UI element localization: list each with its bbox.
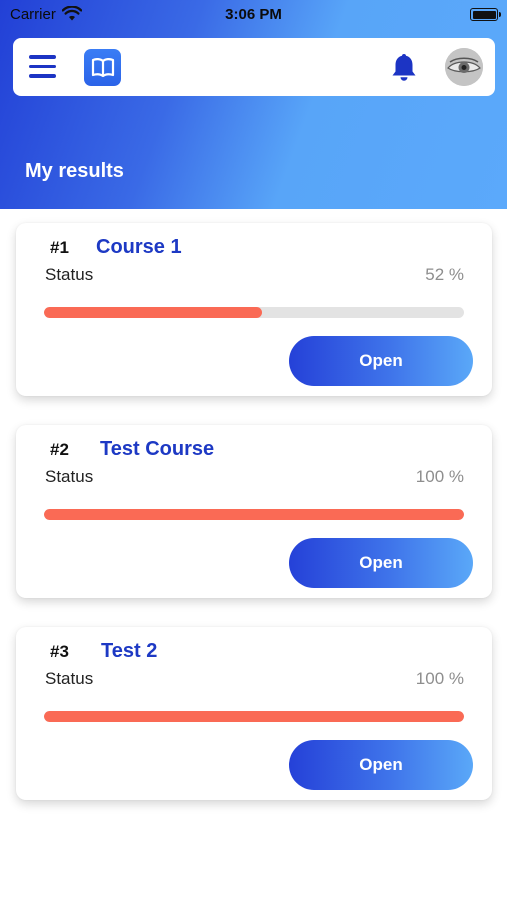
header-banner: Carrier 3:06 PM My results xyxy=(0,0,507,209)
clock: 3:06 PM xyxy=(225,6,282,23)
bell-icon[interactable] xyxy=(390,52,418,82)
result-card: #3 Test 2 Status 100 % Open xyxy=(16,627,492,800)
course-title: Test 2 xyxy=(101,640,158,662)
status-label: Status xyxy=(45,669,94,688)
status-label: Status xyxy=(45,467,94,486)
progress-bar xyxy=(44,307,464,318)
battery-icon xyxy=(470,8,501,21)
top-navigation-bar xyxy=(13,38,495,96)
user-avatar[interactable] xyxy=(445,48,483,86)
page-title: My results xyxy=(25,160,124,182)
progress-percent: 100 % xyxy=(415,669,464,688)
result-rank: #1 xyxy=(50,238,69,257)
progress-percent: 100 % xyxy=(415,467,464,486)
open-button[interactable]: Open xyxy=(289,538,473,588)
course-title: Course 1 xyxy=(96,236,182,258)
progress-fill xyxy=(44,307,263,318)
progress-bar xyxy=(44,711,464,722)
status-label: Status xyxy=(45,265,94,284)
result-card: #1 Course 1 Status 52 % Open xyxy=(16,223,492,396)
course-title: Test Course xyxy=(100,438,215,460)
result-card: #2 Test Course Status 100 % Open xyxy=(16,425,492,598)
result-rank: #2 xyxy=(50,440,69,459)
open-book-icon[interactable] xyxy=(84,49,121,86)
hamburger-menu-icon[interactable] xyxy=(29,55,56,78)
result-rank: #3 xyxy=(50,642,69,661)
progress-percent: 52 % xyxy=(425,265,464,284)
status-bar: Carrier 3:06 PM xyxy=(0,0,507,30)
progress-fill xyxy=(44,509,464,520)
open-button[interactable]: Open xyxy=(289,740,473,790)
open-button[interactable]: Open xyxy=(289,336,473,386)
progress-bar xyxy=(44,509,464,520)
progress-fill xyxy=(44,711,464,722)
